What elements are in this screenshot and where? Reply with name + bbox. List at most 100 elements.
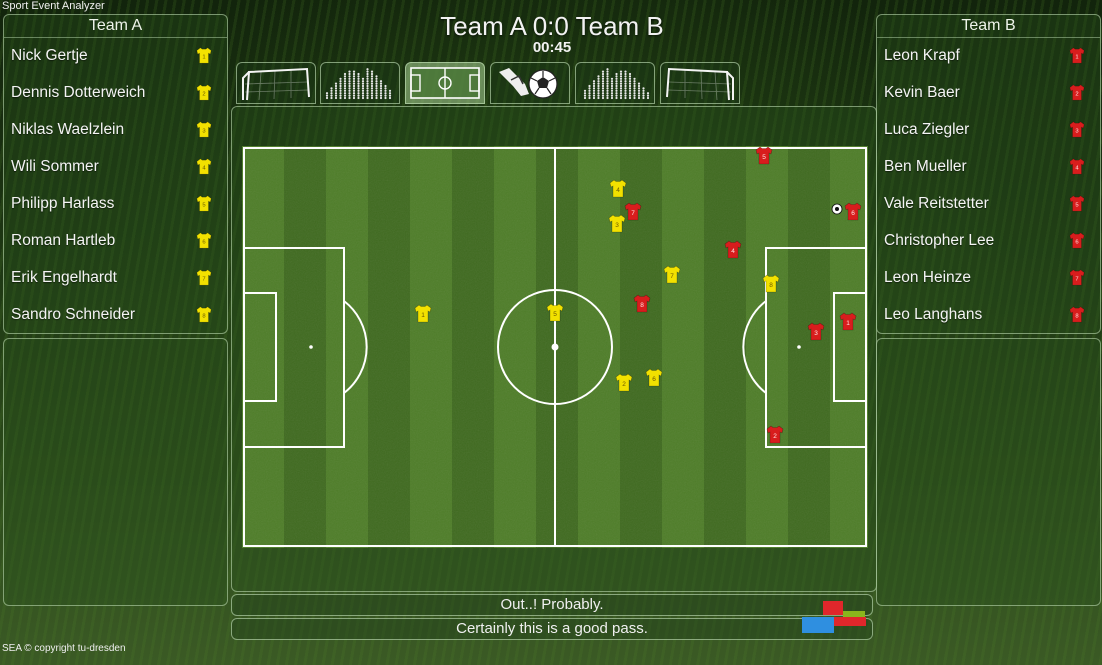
team-b-player-row[interactable]: Kevin Baer 2: [877, 75, 1100, 112]
shirt-icon: 7: [1068, 268, 1086, 286]
team-b-player-row[interactable]: Leo Langhans 8: [877, 297, 1100, 334]
event-message-secondary: Certainly this is a good pass.: [231, 618, 873, 640]
player-name: Leon Heinze: [884, 269, 972, 286]
player-name: Ben Mueller: [884, 158, 967, 175]
svg-text:7: 7: [631, 210, 635, 217]
team-a-panel: Team A Nick Gertje 1 Dennis Dotterweich 2 Ni…: [3, 14, 228, 334]
goal-left-icon: [242, 67, 310, 101]
svg-text:6: 6: [1075, 240, 1078, 246]
shirt-icon: 8: [195, 305, 213, 323]
tab-goal-right[interactable]: [660, 62, 740, 104]
svg-text:8: 8: [1075, 314, 1078, 320]
player-name: Leon Krapf: [884, 47, 960, 64]
player-name: Luca Ziegler: [884, 121, 970, 138]
team-a-player-list: Nick Gertje 1 Dennis Dotterweich 2 Niklas Wa…: [4, 38, 227, 334]
team-b-player-list: Leon Krapf 1 Kevin Baer 2 Luca Ziegler 3 Ben M…: [877, 38, 1100, 334]
legend-swatch-blue: [802, 617, 834, 633]
shirt-icon: 4: [1068, 157, 1086, 175]
tab-goal-left[interactable]: [236, 62, 316, 104]
svg-text:8: 8: [640, 302, 644, 309]
player-name: Sandro Schneider: [11, 306, 136, 323]
scoreboard: Team A 0:0 Team B 00:45: [380, 12, 724, 56]
shirt-icon: 3: [1068, 120, 1086, 138]
svg-text:1: 1: [202, 55, 205, 61]
team-a-header: Team A: [4, 15, 227, 38]
shirt-icon: 8: [1068, 305, 1086, 323]
svg-text:1: 1: [1075, 55, 1078, 61]
team-b-player-row[interactable]: Leon Heinze 7: [877, 260, 1100, 297]
score-text: Team A 0:0 Team B: [440, 11, 664, 41]
svg-text:5: 5: [1075, 203, 1078, 209]
player-name: Niklas Waelzlein: [11, 121, 125, 138]
shirt-icon: 5: [1068, 194, 1086, 212]
team-a-player-row[interactable]: Roman Hartleb 6: [4, 223, 227, 260]
copyright: SEA © copyright tu-dresden: [2, 643, 126, 654]
legend-swatch-red-top: [823, 601, 843, 615]
shirt-icon: 2: [195, 83, 213, 101]
center-spot: [551, 343, 559, 351]
pitch[interactable]: 1 2 3 4 5 6 7 8 1 2 3 4 5 6 7 8: [242, 146, 868, 548]
svg-text:3: 3: [814, 330, 818, 337]
svg-text:2: 2: [622, 381, 626, 388]
svg-text:3: 3: [202, 129, 205, 135]
team-a-player-row[interactable]: Nick Gertje 1: [4, 38, 227, 75]
svg-text:2: 2: [202, 92, 205, 98]
shirt-icon: 4: [195, 157, 213, 175]
player-name: Wili Sommer: [11, 158, 99, 175]
team-b-player-row[interactable]: Luca Ziegler 3: [877, 112, 1100, 149]
team-a-player-row[interactable]: Sandro Schneider 8: [4, 297, 227, 334]
tab-kick-ball[interactable]: [490, 62, 570, 104]
goal-right-icon: [666, 67, 734, 101]
team-a-player-row[interactable]: Wili Sommer 4: [4, 149, 227, 186]
team-b-player-row[interactable]: Vale Reitstetter 5: [877, 186, 1100, 223]
svg-text:3: 3: [1075, 129, 1078, 135]
shirt-icon: 7: [195, 268, 213, 286]
svg-text:3: 3: [615, 222, 619, 229]
shirt-icon: 1: [1068, 46, 1086, 64]
svg-text:7: 7: [202, 277, 205, 283]
svg-text:4: 4: [616, 187, 620, 194]
team-a-player-row[interactable]: Erik Engelhardt 7: [4, 260, 227, 297]
tab-crowd-right[interactable]: [575, 62, 655, 104]
svg-text:2: 2: [1075, 92, 1078, 98]
team-a-player-row[interactable]: Dennis Dotterweich 2: [4, 75, 227, 112]
player-name: Leo Langhans: [884, 306, 983, 323]
team-a-player-row[interactable]: Philipp Harlass 5: [4, 186, 227, 223]
penalty-spot-left: [309, 345, 313, 349]
team-b-header: Team B: [877, 15, 1100, 38]
svg-text:8: 8: [202, 314, 205, 320]
svg-text:5: 5: [202, 203, 205, 209]
kick-ball-icon: [499, 68, 558, 99]
svg-text:5: 5: [553, 311, 557, 318]
svg-text:4: 4: [731, 248, 735, 255]
team-b-player-row[interactable]: Christopher Lee 6: [877, 223, 1100, 260]
team-a-player-row[interactable]: Niklas Waelzlein 3: [4, 112, 227, 149]
shirt-icon: 6: [195, 231, 213, 249]
svg-text:6: 6: [652, 376, 656, 383]
shirt-icon: 3: [195, 120, 213, 138]
player-name: Kevin Baer: [884, 84, 960, 101]
event-message-primary: Out..! Probably.: [231, 594, 873, 616]
crowd-right-icon: [583, 68, 650, 100]
team-b-info-panel: [876, 338, 1101, 606]
svg-text:6: 6: [851, 210, 855, 217]
shirt-icon: 6: [1068, 231, 1086, 249]
crowd-left-icon: [325, 68, 392, 100]
ball-icon: [831, 203, 843, 215]
shirt-icon: 5: [195, 194, 213, 212]
team-b-player-row[interactable]: Ben Mueller 4: [877, 149, 1100, 186]
svg-text:5: 5: [762, 154, 766, 161]
field-icon: [410, 67, 480, 99]
tab-crowd-left[interactable]: [320, 62, 400, 104]
shirt-icon: 2: [1068, 83, 1086, 101]
tab-field[interactable]: [405, 62, 485, 104]
legend-swatch-red-bottom: [834, 617, 866, 626]
svg-text:1: 1: [846, 320, 850, 327]
svg-text:7: 7: [1075, 277, 1078, 283]
game-clock: 00:45: [532, 39, 572, 56]
team-b-panel: Team B Leon Krapf 1 Kevin Baer 2 Luca Ziegle…: [876, 14, 1101, 334]
team-b-player-row[interactable]: Leon Krapf 1: [877, 38, 1100, 75]
player-name: Roman Hartleb: [11, 232, 116, 249]
svg-text:2: 2: [773, 433, 777, 440]
player-name: Christopher Lee: [884, 232, 995, 249]
